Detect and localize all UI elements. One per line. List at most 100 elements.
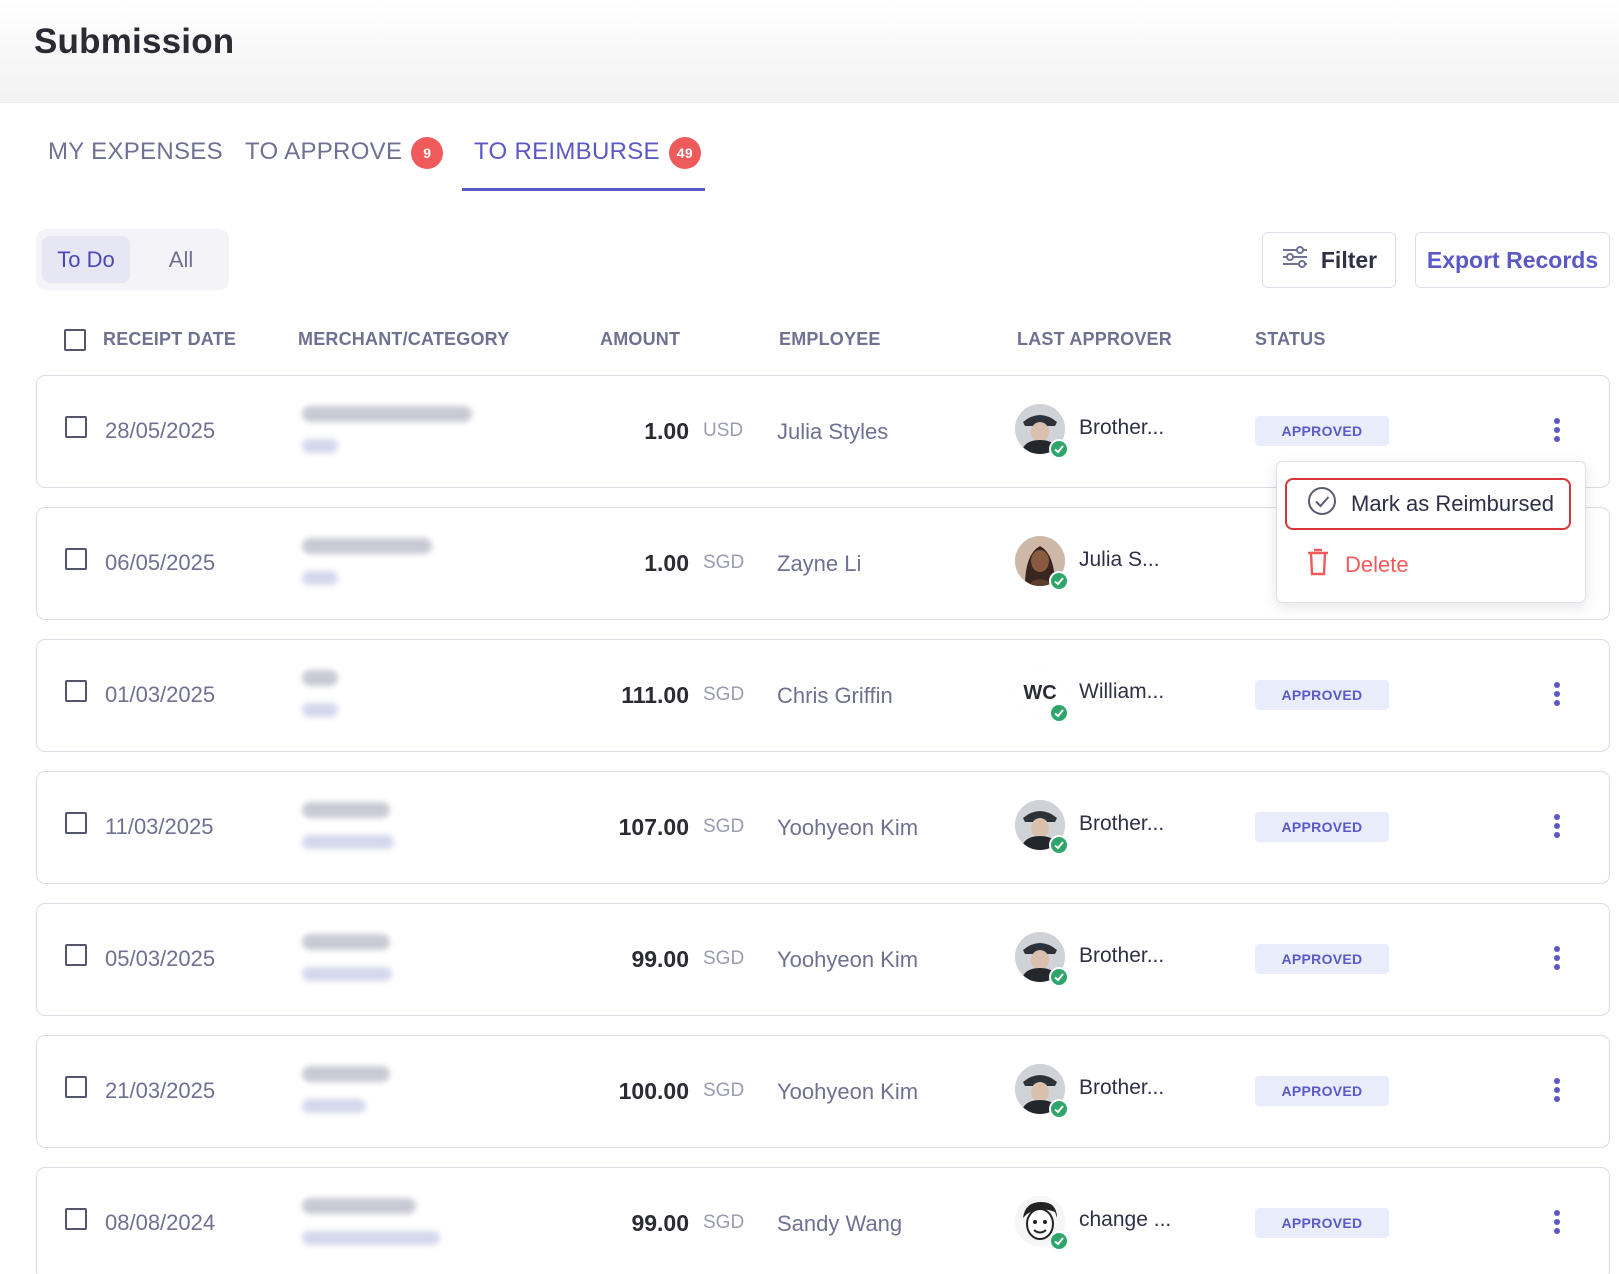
amount-value: 1.00 [644,550,689,576]
table-row[interactable]: 01/03/2025 111.00 SGD Chris Griffin WC W… [36,639,1610,752]
row-actions-menu: Mark as Reimbursed Delete [1276,461,1586,603]
count-badge: 9 [411,137,444,169]
filter-icon [1281,245,1309,275]
status-badge: APPROVED [1255,944,1389,974]
row-checkbox[interactable] [65,944,87,966]
row-checkbox[interactable] [65,1076,87,1098]
approved-check-icon [1049,835,1069,855]
more-options-icon[interactable] [1547,416,1567,446]
merchant-category-redacted [302,664,512,734]
tab-bar: MY EXPENSES TO APPROVE 9 TO REIMBURSE 49 [0,103,1619,193]
table-row[interactable]: 21/03/2025 100.00 SGD Yoohyeon Kim Broth… [36,1035,1610,1148]
redacted-category [302,967,392,981]
table-row[interactable]: 05/03/2025 99.00 SGD Yoohyeon Kim Brothe… [36,903,1610,1016]
row-checkbox[interactable] [65,548,87,570]
delete-menu-item[interactable]: Delete [1285,539,1571,591]
amount-value: 1.00 [644,418,689,444]
more-options-icon[interactable] [1547,944,1567,974]
tab-label: MY EXPENSES [48,138,223,165]
tab-to-reimburse[interactable]: TO REIMBURSE 49 [474,137,701,190]
last-approver-name: change ... [1079,1208,1172,1231]
column-header-last-approver[interactable]: LAST APPROVER [1017,329,1172,350]
more-options-icon[interactable] [1547,1208,1567,1238]
receipt-date: 06/05/2025 [105,550,216,575]
status-badge: APPROVED [1255,1076,1389,1106]
column-header-receipt-date[interactable]: RECEIPT DATE [103,329,236,350]
approved-check-icon [1049,439,1069,459]
row-checkbox[interactable] [65,416,87,438]
mark-as-reimbursed-menu-item[interactable]: Mark as Reimbursed [1285,478,1571,530]
column-header-status[interactable]: STATUS [1255,329,1326,350]
row-checkbox[interactable] [65,812,87,834]
tab-my-expenses[interactable]: MY EXPENSES [48,138,223,190]
avatar [1015,932,1069,987]
active-tab-indicator [462,188,705,191]
merchant-category-redacted [302,400,512,470]
currency-code: SGD [703,816,745,837]
receipt-date: 11/03/2025 [105,814,214,839]
redacted-category [302,1099,366,1113]
filter-button[interactable]: Filter [1262,232,1396,288]
receipt-date: 28/05/2025 [105,418,216,443]
merchant-category-redacted [302,532,512,602]
approved-check-icon [1049,703,1069,723]
menu-item-label: Delete [1345,552,1409,577]
merchant-category-redacted [302,796,512,866]
last-approver-name: Brother... [1079,1076,1165,1099]
menu-item-label: Mark as Reimbursed [1351,491,1554,516]
segment-all-button[interactable]: All [146,236,216,283]
check-circle-icon [1307,486,1337,522]
avatar [1015,1064,1069,1119]
last-approver-name: William... [1079,680,1165,703]
employee-name[interactable]: Chris Griffin [777,683,893,709]
more-options-icon[interactable] [1547,680,1567,710]
filter-label: Filter [1320,246,1378,273]
currency-code: SGD [703,1080,745,1101]
segment-todo-button[interactable]: To Do [42,236,130,283]
tab-to-approve[interactable]: TO APPROVE 9 [245,137,444,190]
status-badge: APPROVED [1255,416,1389,446]
employee-name[interactable]: Yoohyeon Kim [777,815,918,841]
merchant-category-redacted [302,1060,512,1130]
count-badge: 49 [668,137,701,169]
amount-value: 107.00 [618,814,689,840]
trash-icon [1305,547,1331,583]
more-options-icon[interactable] [1547,1076,1567,1106]
amount-value: 99.00 [631,1210,689,1236]
column-header-merchant-category[interactable]: MERCHANT/CATEGORY [298,329,509,350]
row-checkbox[interactable] [65,680,87,702]
merchant-category-redacted [302,1192,512,1262]
table-header: RECEIPT DATE MERCHANT/CATEGORY AMOUNT EM… [0,320,1619,360]
employee-name[interactable]: Julia Styles [777,419,888,445]
table-row[interactable]: 08/08/2024 99.00 SGD Sandy Wang change .… [36,1167,1610,1274]
column-header-amount[interactable]: AMOUNT [600,329,680,350]
avatar [1015,404,1069,459]
avatar: WC [1015,668,1069,723]
employee-name[interactable]: Yoohyeon Kim [777,1079,918,1105]
currency-code: SGD [703,552,745,573]
last-approver-name: Brother... [1079,416,1165,439]
export-records-button[interactable]: Export Records [1415,232,1610,288]
amount-value: 99.00 [631,946,689,972]
employee-name[interactable]: Sandy Wang [777,1211,902,1237]
column-header-employee[interactable]: EMPLOYEE [779,329,881,350]
receipt-date: 05/03/2025 [105,946,216,971]
redacted-merchant [302,538,432,554]
status-badge: APPROVED [1255,1208,1389,1238]
select-all-checkbox[interactable] [64,329,86,351]
more-options-icon[interactable] [1547,812,1567,842]
currency-code: SGD [703,1212,745,1233]
amount-value: 111.00 [621,682,689,708]
employee-name[interactable]: Yoohyeon Kim [777,947,918,973]
currency-code: SGD [703,684,745,705]
table-row[interactable]: 11/03/2025 107.00 SGD Yoohyeon Kim Broth… [36,771,1610,884]
last-approver-name: Julia S... [1079,548,1160,571]
page-title: Submission [34,22,235,61]
employee-name[interactable]: Zayne Li [777,551,861,577]
view-segment-control: To Do All [36,229,229,290]
tab-label: TO REIMBURSE [474,138,660,165]
row-checkbox[interactable] [65,1208,87,1230]
avatar [1015,1196,1069,1251]
redacted-category [302,835,394,849]
currency-code: USD [703,420,744,441]
